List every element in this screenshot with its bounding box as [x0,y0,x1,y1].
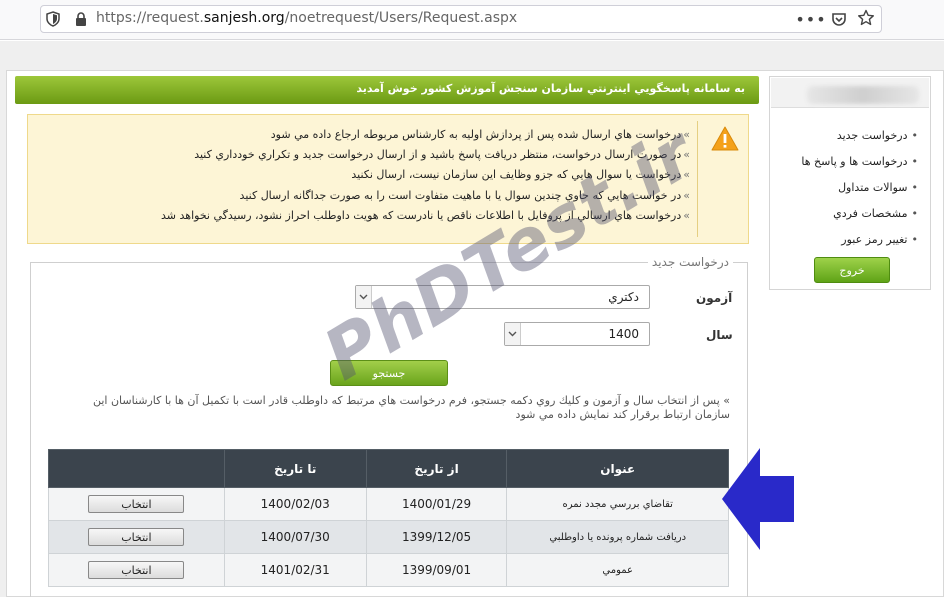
warning-icon [710,125,740,153]
row-title: تقاضاي بررسي مجدد نمره [506,487,729,521]
row-from-date: 1399/12/05 [365,520,508,554]
lock-icon[interactable] [74,11,88,27]
table-header-row: عنوان از تاريخ تا تاريخ [48,449,729,488]
side-menu-profile[interactable]: مشخصات فردي [801,201,918,227]
side-menu: درخواست جديد درخواست ها و پاسخ ها سوالات… [801,123,918,253]
select-row-button[interactable]: انتخاب [88,495,185,513]
blurred-user-name [807,86,919,104]
row-to-date: 1400/02/03 [223,487,367,521]
logout-button[interactable]: خروج [814,257,890,283]
table-row: عمومي 1399/09/01 1401/02/31 انتخاب [48,553,729,587]
blue-pointer-arrow-icon [722,448,794,550]
exam-label: آزمون [696,291,733,305]
column-header-title: عنوان [506,449,729,488]
url-text[interactable]: https://request.sanjesh.org/noetrequest/… [96,10,517,26]
row-from-date: 1399/09/01 [365,553,508,587]
more-actions-icon[interactable]: ••• [795,9,825,29]
side-menu-requests-answers[interactable]: درخواست ها و پاسخ ها [801,149,918,175]
pocket-icon[interactable] [830,10,848,28]
browser-toolbar: https://request.sanjesh.org/noetrequest/… [0,0,944,40]
column-header-from-date: از تاريخ [365,449,508,488]
tracking-shield-icon[interactable] [46,11,60,27]
chevron-down-icon[interactable] [505,323,521,345]
year-select-value: 1400 [608,327,639,341]
search-hint: » پس از انتخاب سال و آزمون و كليك روي دك… [92,394,730,421]
warning-item: درخواست هاي ارسال شده پس از پردازش اوليه… [161,125,690,145]
year-select[interactable]: 1400 [504,322,650,346]
table-row: دريافت شماره پرونده يا داوطلبي 1399/12/0… [48,520,729,554]
row-from-date: 1400/01/29 [365,487,508,521]
row-to-date: 1400/07/30 [223,520,367,554]
select-row-button[interactable]: انتخاب [88,528,185,546]
request-types-table: عنوان از تاريخ تا تاريخ تقاضاي بررسي مجد… [48,449,729,587]
exam-select-value: دكتري [608,290,639,304]
user-name-header [771,78,929,108]
row-action-cell: انتخاب [48,553,225,587]
year-label: سال [706,328,733,342]
side-menu-new-request[interactable]: درخواست جديد [801,123,918,149]
select-row-button[interactable]: انتخاب [88,561,185,579]
row-action-cell: انتخاب [48,487,225,521]
fieldset-legend: درخواست جديد [647,255,733,269]
welcome-header: به سامانه پاسخگويي اينترنتي سازمان سنجش … [15,76,759,104]
welcome-text: به سامانه پاسخگويي اينترنتي سازمان سنجش … [356,82,745,95]
row-action-cell: انتخاب [48,520,225,554]
side-menu-change-password[interactable]: تغيير رمز عبور [801,227,918,253]
column-header-to-date: تا تاريخ [223,449,367,488]
row-title: دريافت شماره پرونده يا داوطلبي [506,520,729,554]
column-header-action [48,449,225,488]
side-menu-faq[interactable]: سوالات متداول [801,175,918,201]
table-row: تقاضاي بررسي مجدد نمره 1400/01/29 1400/0… [48,487,729,521]
user-side-panel: درخواست جديد درخواست ها و پاسخ ها سوالات… [769,76,931,290]
bookmark-star-icon[interactable] [857,9,875,27]
row-to-date: 1401/02/31 [223,553,367,587]
row-title: عمومي [506,553,729,587]
